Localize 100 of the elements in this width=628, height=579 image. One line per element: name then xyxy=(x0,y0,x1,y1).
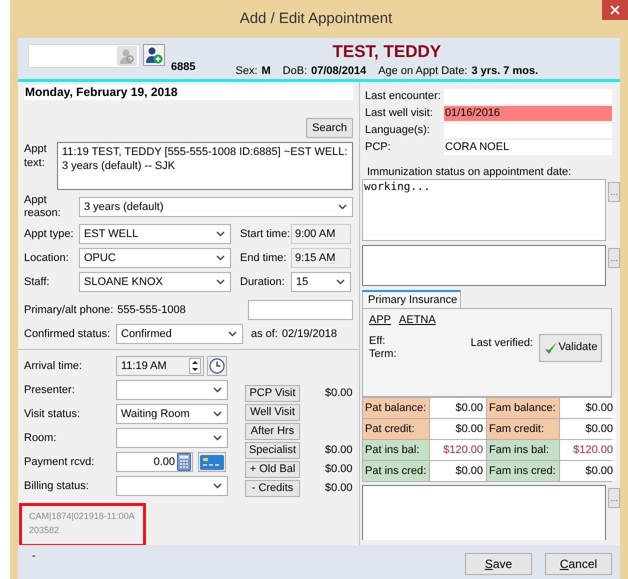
age-value: 3 yrs. 7 mos. xyxy=(472,64,538,78)
charge-button[interactable]: After Hrs xyxy=(245,423,300,440)
field-label: Location: xyxy=(24,250,70,266)
balance-notes-field[interactable] xyxy=(362,485,606,540)
appt-text-field[interactable]: 11:19 TEST, TEDDY [555-555-1008 ID:6885] ~EST WELL: 3 years (default) -- SJK xyxy=(57,142,353,190)
clock-button[interactable] xyxy=(207,356,227,376)
balance-value: $0.00 xyxy=(430,461,486,481)
search-button[interactable]: Search xyxy=(306,118,353,138)
more-button[interactable]: ... xyxy=(608,182,620,202)
field-label: Appt type: xyxy=(24,226,75,242)
window-title: Add / Edit Appointment xyxy=(238,8,394,29)
charge-button[interactable]: Specialist xyxy=(245,442,300,459)
alt-phone-field[interactable] xyxy=(248,300,353,320)
record-code: CAM|1874|021918-11:00A xyxy=(29,510,136,522)
checkmark-icon xyxy=(544,340,558,354)
billing-status-dropdown[interactable] xyxy=(116,476,228,496)
patient-search-field[interactable] xyxy=(28,44,140,68)
immunization-label: Immunization status on appointment date: xyxy=(366,166,572,179)
dialog-button[interactable]: Save xyxy=(465,552,532,574)
dropdown[interactable]: EST WELL xyxy=(79,224,231,244)
balance-label: Fam credit: xyxy=(487,419,559,439)
more-button[interactable]: ... xyxy=(608,488,620,508)
visit-status-dropdown[interactable]: Waiting Room xyxy=(116,404,228,424)
immunization-field: working... xyxy=(362,179,606,241)
spinner-arrows-icon xyxy=(189,358,201,374)
field-label: Payment rcvd: xyxy=(24,454,96,470)
field-label: Appt reason: xyxy=(24,194,62,220)
plan-link[interactable]: APP xyxy=(369,312,392,328)
record-code: 203582 xyxy=(29,524,60,536)
person-search-icon xyxy=(117,46,137,66)
chevron-down-icon xyxy=(213,435,222,441)
plan-link[interactable]: AETNA xyxy=(399,312,436,328)
room-dropdown[interactable] xyxy=(116,428,228,448)
field-label: End time: xyxy=(240,250,288,266)
dob-value: 07/08/2014 xyxy=(311,64,366,78)
notes-field[interactable] xyxy=(362,245,606,286)
time-field: 9:00 AM xyxy=(291,224,351,244)
chevron-down-icon xyxy=(336,279,345,285)
charge-button[interactable]: + Old Bal xyxy=(245,461,300,478)
charge-amount: $0.00 xyxy=(325,481,353,496)
field-label: Primary/alt phone: xyxy=(24,302,114,318)
dropdown[interactable]: OPUC xyxy=(79,248,231,268)
sex-value: M xyxy=(262,64,271,78)
chevron-down-icon xyxy=(216,279,225,285)
status-text: - xyxy=(32,549,36,564)
charge-amount: $0.00 xyxy=(325,386,353,402)
balance-value: $120.00 xyxy=(430,440,486,460)
balance-value: $0.00 xyxy=(430,419,486,439)
reason-dropdown[interactable]: 3 years (default) xyxy=(79,197,353,217)
balance-label: Fam ins bal: xyxy=(487,440,559,460)
balance-value: $120.00 xyxy=(560,440,616,460)
field-label: Term: xyxy=(369,348,396,360)
balance-label: Pat ins bal: xyxy=(363,440,429,460)
field-label: Language(s): xyxy=(364,122,431,138)
calculator-icon xyxy=(177,453,191,471)
charge-button[interactable]: Well Visit xyxy=(245,404,300,421)
chevron-down-icon xyxy=(213,483,222,489)
field-label: Sex: xyxy=(235,64,258,78)
charge-button[interactable]: PCP Visit xyxy=(245,385,300,402)
info-value: 01/16/2016 xyxy=(444,106,612,120)
field-label: Presenter: xyxy=(24,382,76,398)
card-payment-button[interactable] xyxy=(198,452,226,472)
balance-label: Fam balance: xyxy=(487,398,559,418)
charge-button[interactable]: - Credits xyxy=(245,480,300,497)
duration-dropdown[interactable]: 15 xyxy=(291,272,351,292)
add-patient-button[interactable] xyxy=(143,44,165,66)
charge-amount: $0.00 xyxy=(325,443,353,458)
add-person-icon xyxy=(145,46,163,64)
balance-value: $0.00 xyxy=(560,398,616,418)
patient-id: 6885 xyxy=(171,60,196,75)
field-label: Duration: xyxy=(240,274,286,290)
balance-label: Fam ins cred: xyxy=(487,461,559,481)
as-of-date: 02/19/2018 xyxy=(282,326,337,342)
dropdown[interactable]: SLOANE KNOX xyxy=(79,272,231,292)
balance-value: $0.00 xyxy=(430,398,486,418)
phone-number: 555-555-1008 xyxy=(117,302,186,318)
chevron-down-icon xyxy=(216,255,225,261)
balance-label: Pat ins cred: xyxy=(363,461,429,481)
field-label: as of: xyxy=(251,326,278,342)
time-field: 9:15 AM xyxy=(291,248,351,268)
field-label: Billing status: xyxy=(24,478,90,494)
info-value: CORA NOEL xyxy=(444,140,612,154)
validate-button[interactable]: Validate xyxy=(539,334,602,362)
field-label: Last well visit: xyxy=(364,106,434,121)
clock-icon xyxy=(209,358,225,374)
close-icon xyxy=(610,5,620,15)
field-label: Visit status: xyxy=(24,406,82,422)
confirmed-dropdown[interactable]: Confirmed xyxy=(116,324,243,344)
field-label: Room: xyxy=(24,430,58,446)
field-label: Confirmed status: xyxy=(24,326,112,342)
dialog-button[interactable]: Cancel xyxy=(545,552,612,574)
insurance-tab[interactable]: Primary Insurance xyxy=(362,290,461,308)
field-label: Arrival time: xyxy=(24,358,84,374)
field-label: Age on Appt Date: xyxy=(378,64,468,78)
close-button[interactable] xyxy=(602,0,628,20)
chevron-down-icon xyxy=(213,387,222,393)
more-button[interactable]: ... xyxy=(608,248,620,268)
time-spinner[interactable]: 11:19 AM xyxy=(116,356,204,376)
balance-value: $0.00 xyxy=(560,461,616,481)
payment-field[interactable]: 0.00 xyxy=(116,452,193,472)
